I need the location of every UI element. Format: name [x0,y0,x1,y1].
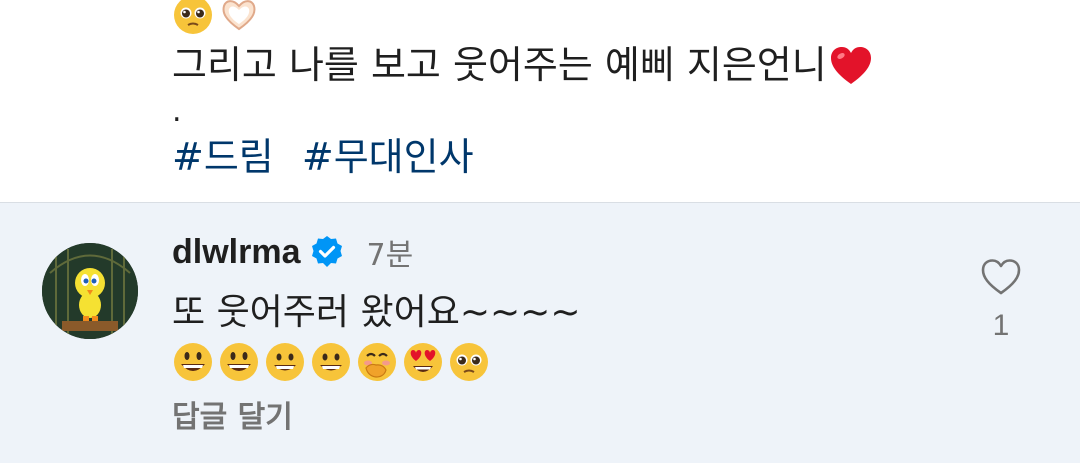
grinning-face-icon [174,343,212,381]
hashtag-list: #드림 #무대인사 [172,132,490,182]
hashtag-link[interactable]: #드림 [172,135,274,179]
avatar-image [42,243,138,339]
like-control: 1 [976,257,1026,343]
caption-text: 그리고 나를 보고 웃어주는 예삐 지은언니 [172,43,827,87]
heart-outline-icon[interactable] [979,257,1023,297]
reply-button[interactable]: 답글 달기 [172,397,293,439]
comment-item: dlwlrma 7분 또 웃어주러 왔어요~~~~ 답글 달기 1 [0,202,1080,463]
verified-badge-icon [312,236,343,267]
pleading-face-icon [174,0,212,34]
hashtag-link[interactable]: #무대인사 [302,135,474,179]
hand-over-mouth-face-icon [358,343,396,381]
caption-separator: . [172,94,182,129]
post-caption: 그리고 나를 보고 웃어주는 예삐 지은언니 . #드림 #무대인사 [0,0,1080,202]
instagram-post-view: 그리고 나를 보고 웃어주는 예삐 지은언니 . #드림 #무대인사 dlwlr… [0,0,1080,463]
pleading-face-icon [450,343,488,381]
heart-hands-icon [222,0,256,31]
grinning-smile-face-icon [266,343,304,381]
grinning-face-icon [220,343,258,381]
like-count: 1 [992,309,1010,342]
grinning-smile-face-icon [312,343,350,381]
caption-emoji-row [172,0,260,34]
red-heart-icon [830,47,871,84]
avatar[interactable] [42,243,138,339]
comment-text: 또 웃어주러 왔어요~~~~ [172,292,581,333]
caption-text-line: 그리고 나를 보고 웃어주는 예삐 지은언니 [172,40,873,90]
comment-username[interactable]: dlwlrma [172,233,300,272]
heart-eyes-face-icon [404,343,442,381]
comment-timestamp: 7분 [366,238,414,273]
comment-emoji-row [172,341,490,387]
comment-header: dlwlrma 7분 [172,227,413,277]
